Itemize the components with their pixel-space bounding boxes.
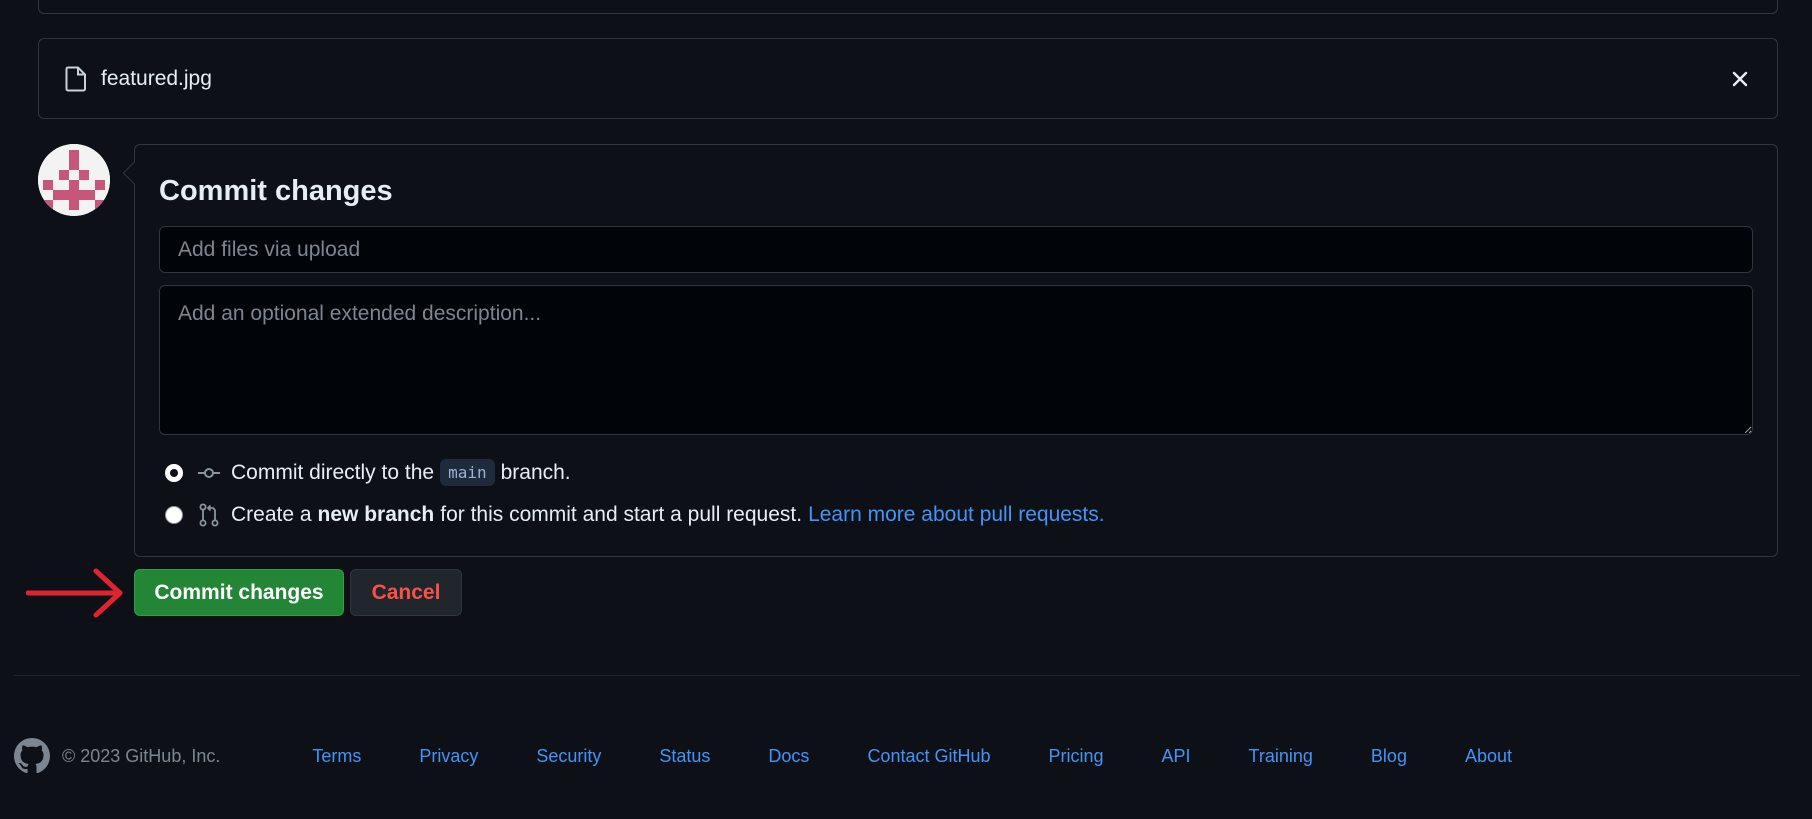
- avatar: [38, 144, 110, 216]
- commit-changes-button[interactable]: Commit changes: [134, 569, 344, 616]
- commit-direct-option[interactable]: Commit directly to the main branch.: [165, 459, 571, 486]
- commit-direct-radio[interactable]: [165, 463, 183, 482]
- learn-more-pull-requests-link[interactable]: Learn more about pull requests.: [808, 503, 1105, 527]
- file-icon: [65, 66, 87, 92]
- annotation-arrow-icon: [26, 568, 123, 618]
- git-commit-icon: [197, 461, 221, 485]
- new-branch-radio[interactable]: [165, 506, 183, 524]
- speech-pointer: [122, 161, 146, 185]
- footer-link-contact-github[interactable]: Contact GitHub: [867, 746, 990, 767]
- footer-link-blog[interactable]: Blog: [1371, 746, 1407, 767]
- commit-direct-text: Commit directly to the: [231, 460, 435, 484]
- commit-form: Commit changes Commit directly to the ma…: [122, 144, 1778, 557]
- uploaded-file-row: featured.jpg: [38, 38, 1778, 119]
- new-branch-option[interactable]: Create a new branch for this commit and …: [165, 503, 1105, 527]
- footer-link-api[interactable]: API: [1162, 746, 1191, 767]
- footer-link-docs[interactable]: Docs: [768, 746, 809, 767]
- commit-summary-input[interactable]: [159, 226, 1753, 273]
- remove-file-button[interactable]: [1727, 66, 1753, 92]
- copyright-text: © 2023 GitHub, Inc.: [62, 745, 221, 766]
- previous-panel-edge: [38, 0, 1778, 14]
- footer-link-security[interactable]: Security: [536, 746, 601, 767]
- commit-description-textarea[interactable]: [159, 285, 1753, 435]
- new-branch-text: Create a: [231, 503, 312, 526]
- new-branch-text-after: for this commit and start a pull request…: [440, 503, 803, 526]
- git-pull-request-icon: [197, 503, 221, 527]
- cancel-button[interactable]: Cancel: [350, 569, 462, 616]
- new-branch-bold: new branch: [317, 503, 435, 526]
- footer-link-status[interactable]: Status: [659, 746, 710, 767]
- commit-direct-text-after: branch.: [500, 460, 571, 484]
- commit-title: Commit changes: [159, 175, 393, 207]
- footer-link-about[interactable]: About: [1465, 746, 1512, 767]
- footer: © 2023 GitHub, Inc. Terms Privacy Securi…: [14, 736, 1800, 776]
- footer-link-pricing[interactable]: Pricing: [1049, 746, 1104, 767]
- github-mark-icon[interactable]: [14, 738, 50, 774]
- file-name: featured.jpg: [101, 66, 212, 90]
- branch-name-chip: main: [440, 459, 495, 486]
- footer-link-privacy[interactable]: Privacy: [419, 746, 478, 767]
- x-icon: [1732, 71, 1748, 86]
- footer-divider: [14, 675, 1800, 676]
- footer-link-terms[interactable]: Terms: [312, 746, 361, 767]
- footer-link-training[interactable]: Training: [1249, 746, 1313, 767]
